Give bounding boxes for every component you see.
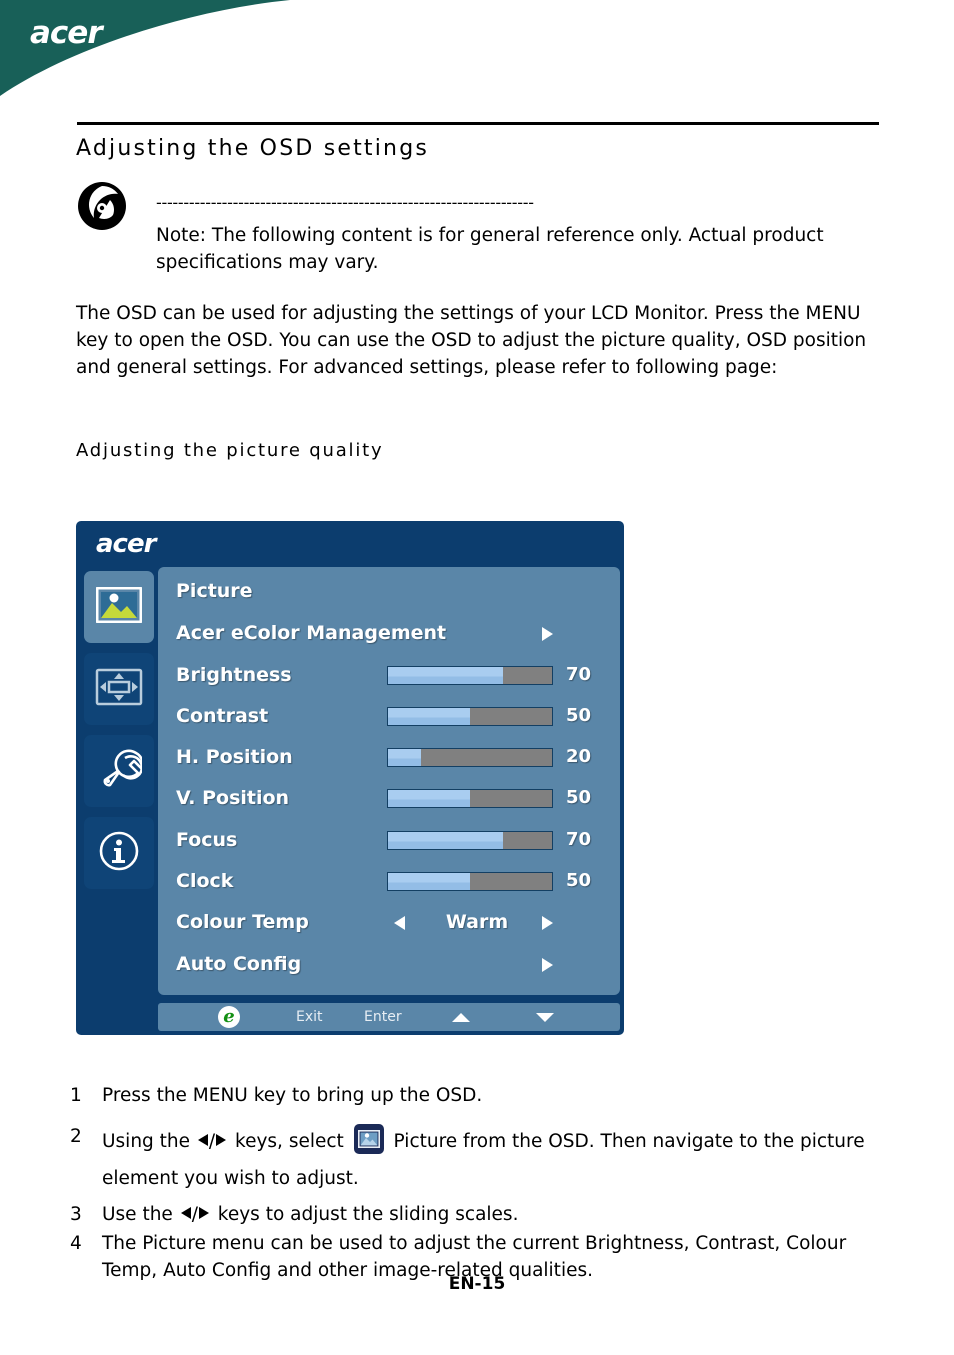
osd-footer-bar: e Exit Enter — [158, 1003, 620, 1031]
step-text: Using the / keys, select Picture from th… — [102, 1123, 900, 1197]
picture-icon — [353, 1124, 384, 1154]
step-text-part-1: Use the — [102, 1204, 179, 1225]
slider-track[interactable] — [387, 789, 553, 808]
sidebar-item-osd-position[interactable] — [84, 653, 154, 725]
note-acer-icon — [76, 180, 130, 232]
osd-row-label: Brightness — [176, 664, 292, 686]
osd-menu-title-row: Picture — [158, 573, 620, 609]
slider-value: 50 — [566, 705, 592, 726]
osd-row-ecolor[interactable]: Acer eColor Management — [158, 615, 620, 651]
slider-track[interactable] — [387, 831, 553, 850]
slider-fill — [388, 667, 503, 684]
osd-position-icon — [95, 668, 143, 711]
osd-row-auto-config[interactable]: Auto Config — [158, 946, 620, 982]
step-text-part-1: Using the — [102, 1131, 196, 1152]
slider-track[interactable] — [387, 707, 553, 726]
page-number: EN-15 — [448, 1274, 506, 1294]
osd-row-label: Focus — [176, 829, 238, 851]
osd-row-label: H. Position — [176, 746, 293, 768]
slider-value: 50 — [566, 787, 592, 808]
osd-row-label: Contrast — [176, 705, 269, 727]
slider-fill — [388, 832, 503, 849]
osd-enter-label[interactable]: Enter — [364, 1003, 402, 1031]
step-text-part-2: keys, select — [229, 1131, 350, 1152]
chevron-right-icon — [542, 958, 553, 972]
chevron-left-icon[interactable] — [394, 916, 405, 930]
osd-row-contrast[interactable]: Contrast 50 — [158, 698, 620, 734]
chevron-right-icon[interactable] — [542, 916, 553, 930]
note-dash-rule: ----------------------------------------… — [156, 193, 534, 212]
osd-row-label: Clock — [176, 870, 234, 892]
sidebar-item-information[interactable] — [84, 817, 154, 889]
slider-fill — [388, 873, 470, 890]
slider-value: 50 — [566, 870, 592, 891]
osd-menu-title: Picture — [176, 580, 253, 602]
list-item: 2 Using the / keys, select Picture from … — [70, 1123, 900, 1197]
empowering-e-icon: e — [218, 1006, 240, 1028]
osd-row-label: V. Position — [176, 787, 290, 809]
picture-icon — [95, 586, 143, 628]
page-title: Adjusting the OSD settings — [76, 136, 430, 161]
step-text-part-2: keys to adjust the sliding scales. — [211, 1204, 519, 1225]
step-number: 3 — [70, 1204, 82, 1225]
osd-row-clock[interactable]: Clock 50 — [158, 863, 620, 899]
osd-row-focus[interactable]: Focus 70 — [158, 822, 620, 858]
e-letter: e — [223, 1006, 235, 1027]
osd-row-brightness[interactable]: Brightness 70 — [158, 657, 620, 693]
left-arrow-key-icon — [197, 1134, 208, 1146]
sidebar-item-setting[interactable] — [84, 735, 154, 807]
osd-acer-logo: acer — [96, 529, 156, 559]
steps-list: 1 Press the MENU key to bring up the OSD… — [70, 1082, 900, 1284]
information-icon — [98, 830, 140, 877]
title-divider — [77, 122, 879, 125]
setting-icon — [96, 749, 145, 794]
step-number: 2 — [70, 1126, 82, 1147]
list-item: 3 Use the / keys to adjust the sliding s… — [70, 1201, 900, 1228]
osd-row-label: Colour Temp — [176, 911, 309, 933]
page-header-band — [0, 0, 954, 100]
acer-logo: acer — [30, 16, 130, 50]
osd-option-value: Warm — [445, 911, 509, 933]
osd-row-h-position[interactable]: H. Position 20 — [158, 739, 620, 775]
down-arrow-icon[interactable] — [536, 1013, 554, 1022]
slider-value: 70 — [566, 829, 592, 850]
slider-value: 70 — [566, 664, 592, 685]
osd-row-colour-temp[interactable]: Colour Temp Warm — [158, 904, 620, 940]
slider-fill — [388, 749, 421, 766]
osd-row-label: Acer eColor Management — [176, 622, 447, 644]
up-arrow-icon[interactable] — [452, 1013, 470, 1022]
section-subtitle: Adjusting the picture quality — [76, 440, 384, 461]
osd-titlebar: acer — [76, 521, 624, 567]
step-text: Press the MENU key to bring up the OSD. — [102, 1085, 483, 1106]
slider-track[interactable] — [387, 666, 553, 685]
osd-sidebar — [80, 567, 158, 997]
slider-value: 20 — [566, 746, 592, 767]
osd-row-v-position[interactable]: V. Position 50 — [158, 780, 620, 816]
sidebar-item-picture[interactable] — [84, 571, 154, 643]
chevron-right-icon — [542, 627, 553, 641]
step-number: 1 — [70, 1085, 82, 1106]
slider-fill — [388, 708, 470, 725]
acer-wordmark: acer — [30, 15, 103, 51]
osd-exit-label[interactable]: Exit — [296, 1003, 323, 1031]
osd-row-label: Auto Config — [176, 953, 302, 975]
left-arrow-key-icon — [180, 1207, 191, 1219]
right-arrow-key-icon — [198, 1207, 209, 1219]
slider-track[interactable] — [387, 872, 553, 891]
osd-content-panel: Picture Acer eColor Management Brightnes… — [158, 567, 620, 995]
list-item: 1 Press the MENU key to bring up the OSD… — [70, 1082, 900, 1109]
intro-paragraph: The OSD can be used for adjusting the se… — [76, 303, 867, 378]
note-text: Note: The following content is for gener… — [156, 225, 824, 273]
slider-track[interactable] — [387, 748, 553, 767]
step-text: Use the / keys to adjust the sliding sca… — [102, 1204, 519, 1225]
slider-fill — [388, 790, 470, 807]
right-arrow-key-icon — [216, 1134, 227, 1146]
osd-menu: acer Picture Acer eColor Management Brig… — [76, 521, 624, 1035]
